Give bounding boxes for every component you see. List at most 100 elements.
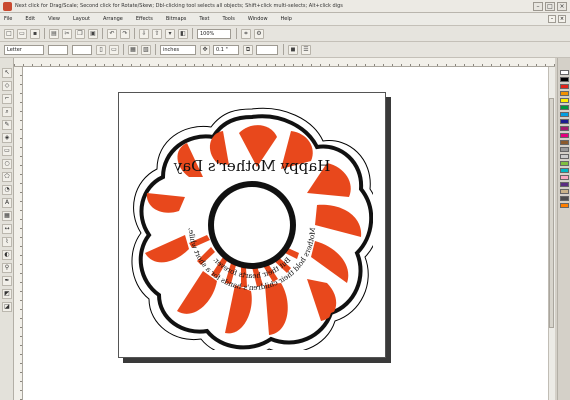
zoom-tool-icon[interactable]: ⌕ [2, 107, 12, 117]
import-icon[interactable]: ⇩ [139, 28, 149, 39]
paste-icon[interactable]: ▣ [88, 28, 98, 39]
options-page-icon[interactable]: ☰ [301, 44, 311, 55]
paper-width-field[interactable] [48, 44, 68, 55]
menu-arrange[interactable]: Arrange [103, 16, 123, 22]
maximize-button[interactable]: □ [545, 1, 555, 11]
color-swatch[interactable] [560, 98, 569, 103]
cut-icon[interactable]: ✂ [62, 28, 72, 39]
smart-fill-tool-icon[interactable]: ◈ [2, 133, 12, 143]
title-bar: Next click for Drag/Scale; Second click … [0, 0, 570, 13]
toolbar-separator [283, 44, 284, 55]
eyedropper-tool-icon[interactable]: ⚲ [2, 263, 12, 273]
color-swatch[interactable] [560, 196, 569, 201]
close-button[interactable]: × [557, 1, 567, 11]
duplicate-distance-field[interactable] [256, 44, 278, 55]
shape-tool-icon[interactable]: ◇ [2, 81, 12, 91]
minimize-button[interactable]: – [533, 1, 543, 11]
toolbar-separator [44, 28, 45, 39]
coreldraw-window: Next click for Drag/Scale; Second click … [0, 0, 570, 400]
units-select[interactable]: inches [160, 44, 196, 55]
color-swatch[interactable] [560, 84, 569, 89]
welcome-screen-icon[interactable]: ◧ [178, 28, 188, 39]
color-swatch[interactable] [560, 189, 569, 194]
pick-tool-icon[interactable]: ↖ [2, 68, 12, 78]
zoom-level-select[interactable]: 100% [197, 28, 231, 39]
paper-type-select[interactable]: Letter [4, 44, 44, 55]
scrollbar-thumb[interactable] [549, 98, 554, 328]
menu-edit[interactable]: Edit [25, 16, 35, 22]
connector-tool-icon[interactable]: ⌇ [2, 237, 12, 247]
open-icon[interactable]: ▭ [17, 28, 27, 39]
rectangle-tool-icon[interactable]: ▭ [2, 146, 12, 156]
color-swatch[interactable] [560, 77, 569, 82]
color-swatch[interactable] [560, 140, 569, 145]
menu-view[interactable]: View [48, 16, 60, 22]
color-swatch[interactable] [560, 175, 569, 180]
doc-minimize-button[interactable]: – [548, 15, 556, 23]
color-swatch[interactable] [560, 182, 569, 187]
all-pages-icon[interactable]: ▦ [128, 44, 138, 55]
toolbar-separator [134, 28, 135, 39]
portrait-icon[interactable]: ▯ [96, 44, 106, 55]
interactive-fill-tool-icon[interactable]: ◪ [2, 302, 12, 312]
snap-icon[interactable]: ⌗ [241, 28, 251, 39]
document-controls: – × [548, 15, 566, 23]
color-swatch[interactable] [560, 91, 569, 96]
menu-file[interactable]: File [4, 16, 12, 22]
menu-bitmaps[interactable]: Bitmaps [166, 16, 187, 22]
color-swatch[interactable] [560, 126, 569, 131]
application-launcher-icon[interactable]: ▾ [165, 28, 175, 39]
doc-close-button[interactable]: × [558, 15, 566, 23]
duplicate-distance-icon: ⧉ [243, 44, 253, 55]
color-swatch[interactable] [560, 147, 569, 152]
blend-tool-icon[interactable]: ◐ [2, 250, 12, 260]
current-page-icon[interactable]: ▧ [141, 44, 151, 55]
menu-tools[interactable]: Tools [223, 16, 235, 22]
color-swatch[interactable] [560, 203, 569, 208]
color-swatch[interactable] [560, 112, 569, 117]
horizontal-ruler[interactable] [14, 58, 555, 67]
outline-tool-icon[interactable]: ✒ [2, 276, 12, 286]
freehand-tool-icon[interactable]: ✎ [2, 120, 12, 130]
status-hint: Next click for Drag/Scale; Second click … [15, 3, 343, 9]
polygon-tool-icon[interactable]: ⬠ [2, 172, 12, 182]
table-tool-icon[interactable]: ▦ [2, 211, 12, 221]
menu-text[interactable]: Text [199, 16, 209, 22]
options-icon[interactable]: ⚙ [254, 28, 264, 39]
redo-icon[interactable]: ↷ [120, 28, 130, 39]
new-document-icon[interactable]: □ [4, 28, 14, 39]
color-palette [557, 58, 570, 400]
print-icon[interactable]: ▤ [49, 28, 59, 39]
dimension-tool-icon[interactable]: ↔ [2, 224, 12, 234]
text-tool-icon[interactable]: A [2, 198, 12, 208]
ellipse-tool-icon[interactable]: ○ [2, 159, 12, 169]
color-swatch[interactable] [560, 105, 569, 110]
paper-height-field[interactable] [72, 44, 92, 55]
toolbar-separator [192, 28, 193, 39]
color-swatch[interactable] [560, 119, 569, 124]
vertical-ruler[interactable] [14, 67, 23, 400]
color-swatch[interactable] [560, 70, 569, 75]
color-swatch[interactable] [560, 161, 569, 166]
color-swatch[interactable] [560, 133, 569, 138]
menu-help[interactable]: Help [281, 16, 292, 22]
landscape-icon[interactable]: ▭ [109, 44, 119, 55]
export-icon[interactable]: ⇧ [152, 28, 162, 39]
toolbar-separator [123, 44, 124, 55]
color-swatch[interactable] [560, 168, 569, 173]
fill-tool-icon[interactable]: ◩ [2, 289, 12, 299]
save-icon[interactable]: ▪ [30, 28, 40, 39]
treat-as-filled-icon[interactable]: ◼ [288, 44, 298, 55]
flower-cd-label-artwork[interactable]: Happy Mother's Day Mothers hold their ch… [131, 107, 373, 350]
basic-shapes-tool-icon[interactable]: ◔ [2, 185, 12, 195]
standard-toolbar: □ ▭ ▪ ▤ ✂ ❐ ▣ ↶ ↷ ⇩ ⇧ ▾ ◧ 100% ⌗ ⚙ [0, 26, 570, 42]
nudge-distance-field[interactable]: 0.1 " [213, 44, 239, 55]
color-swatch[interactable] [560, 154, 569, 159]
menu-effects[interactable]: Effects [136, 16, 153, 22]
menu-layout[interactable]: Layout [73, 16, 90, 22]
menu-window[interactable]: Window [248, 16, 268, 22]
toolbar-separator [155, 44, 156, 55]
crop-tool-icon[interactable]: ⌐ [2, 94, 12, 104]
undo-icon[interactable]: ↶ [107, 28, 117, 39]
copy-icon[interactable]: ❐ [75, 28, 85, 39]
